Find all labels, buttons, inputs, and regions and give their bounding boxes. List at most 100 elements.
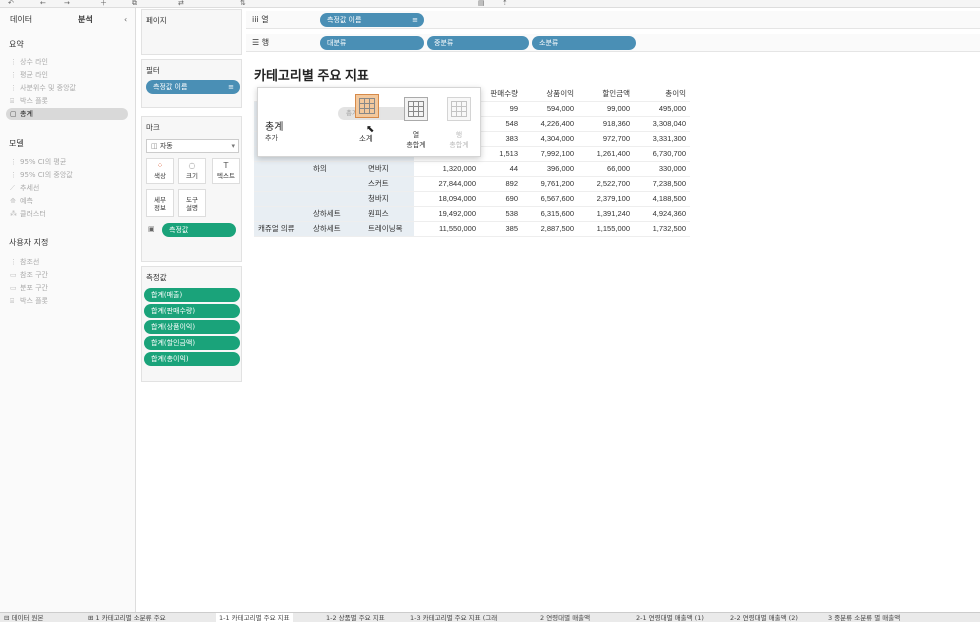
table-cell[interactable]: 918,360	[578, 116, 634, 132]
sheet-tab[interactable]: 2-1 연령대별 매출액 (1)	[636, 613, 704, 622]
table-cell[interactable]: 1,732,500	[634, 221, 690, 237]
average-line-item[interactable]: ⋮ 평균 라인	[10, 69, 48, 81]
table-cell[interactable]: 396,000	[522, 161, 578, 177]
measure-pill[interactable]: 합계(상품이익)	[144, 320, 240, 334]
cluster-item[interactable]: ⁂ 클러스터	[10, 208, 46, 220]
mark-type-dropdown[interactable]: ◫ 자동 ▾	[146, 139, 239, 153]
distribution-band-item[interactable]: ▭ 분포 구간	[10, 282, 48, 294]
tooltip-button[interactable]: 도구 설명	[178, 189, 206, 217]
table-cell[interactable]: 9,761,200	[522, 176, 578, 192]
filters-card[interactable]: 필터 측정값 이름 ≡	[141, 59, 242, 108]
table-cell[interactable]: 892	[480, 176, 522, 192]
table-cell[interactable]: 330,000	[634, 161, 690, 177]
table-cell[interactable]: 538	[480, 206, 522, 222]
trend-line-item[interactable]: ⟋ 추세선	[10, 182, 39, 194]
table-cell[interactable]: 4,226,400	[522, 116, 578, 132]
custom-box-plot-item[interactable]: ⌸ 박스 플롯	[10, 295, 48, 307]
table-cell[interactable]: 6,567,600	[522, 191, 578, 207]
table-cell[interactable]	[254, 206, 309, 222]
size-button[interactable]: ◌ 크기	[178, 158, 206, 184]
collapse-pane-icon[interactable]: ‹	[124, 12, 127, 28]
table-cell[interactable]	[309, 176, 364, 192]
table-cell[interactable]: 캐쥬얼 의류	[254, 221, 309, 237]
table-cell[interactable]: 1,261,400	[578, 146, 634, 162]
table-cell[interactable]: 18,094,000	[414, 191, 480, 207]
row-grand-total-option[interactable]	[447, 97, 471, 121]
marks-measure-pill[interactable]: 측정값	[162, 223, 236, 237]
measure-pill[interactable]: 합계(매출)	[144, 288, 240, 302]
table-cell[interactable]: 19,492,000	[414, 206, 480, 222]
table-cell[interactable]: 11,550,000	[414, 221, 480, 237]
filter-pill[interactable]: 측정값 이름 ≡	[146, 80, 240, 94]
table-cell[interactable]	[254, 191, 309, 207]
table-cell[interactable]	[254, 176, 309, 192]
table-cell[interactable]: 1,513	[480, 146, 522, 162]
column-pill[interactable]: 측정값 이름 ≡	[320, 13, 424, 27]
table-cell[interactable]: 690	[480, 191, 522, 207]
table-cell[interactable]: 3,308,040	[634, 116, 690, 132]
table-cell[interactable]: 99,000	[578, 101, 634, 117]
measure-pill[interactable]: 합계(할인금액)	[144, 336, 240, 350]
color-button[interactable]: ⁘ 색상	[146, 158, 174, 184]
reference-line-item[interactable]: ⋮ 참조선	[10, 256, 39, 268]
sort-icon[interactable]: ⇅	[240, 0, 246, 7]
duplicate-icon[interactable]: ⧉	[132, 0, 137, 7]
forward-icon[interactable]: →	[64, 0, 70, 7]
sheet-tab[interactable]: 1-2 상품별 주요 지표	[326, 613, 385, 622]
rows-shelf[interactable]: ☰ 행 대분류 중분류 소분류	[246, 34, 980, 52]
sheet-tab[interactable]: 3 중분류 소분류 별 매출액	[828, 613, 900, 622]
table-cell[interactable]: 2,887,500	[522, 221, 578, 237]
subtotals-option[interactable]	[355, 94, 379, 118]
table-cell[interactable]	[309, 191, 364, 207]
row-pill[interactable]: 소분류	[532, 36, 636, 50]
table-cell[interactable]: 594,000	[522, 101, 578, 117]
table-cell[interactable]: 상하세트	[309, 221, 364, 237]
table-cell[interactable]: 4,924,360	[634, 206, 690, 222]
table-cell[interactable]: 27,844,000	[414, 176, 480, 192]
tab-analytics[interactable]: 분석	[78, 12, 93, 28]
table-cell[interactable]: 원피스	[364, 206, 414, 222]
detail-button[interactable]: 세부 정보	[146, 189, 174, 217]
forecast-item[interactable]: ⟰ 예측	[10, 195, 33, 207]
table-cell[interactable]: 548	[480, 116, 522, 132]
table-cell[interactable]: 2,379,100	[578, 191, 634, 207]
table-cell[interactable]: 2,522,700	[578, 176, 634, 192]
tab-data[interactable]: 데이터	[10, 12, 32, 28]
row-pill[interactable]: 중분류	[427, 36, 529, 50]
sheet-tab[interactable]: 1-3 카테고리별 주요 지표 (그래	[410, 613, 497, 622]
table-cell[interactable]: 495,000	[634, 101, 690, 117]
avg-ci-item[interactable]: ⋮ 95% CI의 평균	[10, 156, 66, 168]
box-plot-item[interactable]: ⌸ 박스 플롯	[10, 95, 48, 107]
back-icon[interactable]: ←	[40, 0, 46, 7]
totals-item[interactable]: ▢ 총계	[6, 108, 128, 120]
table-cell[interactable]: 7,992,100	[522, 146, 578, 162]
columns-shelf[interactable]: iii 열 측정값 이름 ≡	[246, 11, 980, 29]
table-cell[interactable]: 972,700	[578, 131, 634, 147]
undo-icon[interactable]: ↶	[8, 0, 14, 7]
table-cell[interactable]: 3,331,300	[634, 131, 690, 147]
table-cell[interactable]: 스커트	[364, 176, 414, 192]
table-cell[interactable]: 385	[480, 221, 522, 237]
table-cell[interactable]: 1,320,000	[414, 161, 480, 177]
new-sheet-icon[interactable]: ＋	[100, 0, 107, 7]
table-cell[interactable]: 4,304,000	[522, 131, 578, 147]
reference-band-item[interactable]: ▭ 참조 구간	[10, 269, 48, 281]
share-icon[interactable]: ⇡	[502, 0, 508, 7]
table-cell[interactable]: 99	[480, 101, 522, 117]
median-ci-item[interactable]: ⋮ 95% CI의 중앙값	[10, 169, 73, 181]
table-cell[interactable]: 하의	[309, 161, 364, 177]
table-cell[interactable]: 청바지	[364, 191, 414, 207]
column-grand-total-option[interactable]	[404, 97, 428, 121]
table-cell[interactable]: 383	[480, 131, 522, 147]
table-cell[interactable]: 66,000	[578, 161, 634, 177]
table-cell[interactable]: 44	[480, 161, 522, 177]
table-cell[interactable]	[254, 161, 309, 177]
table-cell[interactable]: 면바지	[364, 161, 414, 177]
constant-line-item[interactable]: ⋮ 상수 라인	[10, 56, 48, 68]
row-pill[interactable]: 대분류	[320, 36, 424, 50]
table-cell[interactable]: 1,391,240	[578, 206, 634, 222]
table-cell[interactable]: 상하세트	[309, 206, 364, 222]
table-cell[interactable]: 7,238,500	[634, 176, 690, 192]
table-cell[interactable]: 4,188,500	[634, 191, 690, 207]
swap-icon[interactable]: ⇄	[178, 0, 184, 7]
